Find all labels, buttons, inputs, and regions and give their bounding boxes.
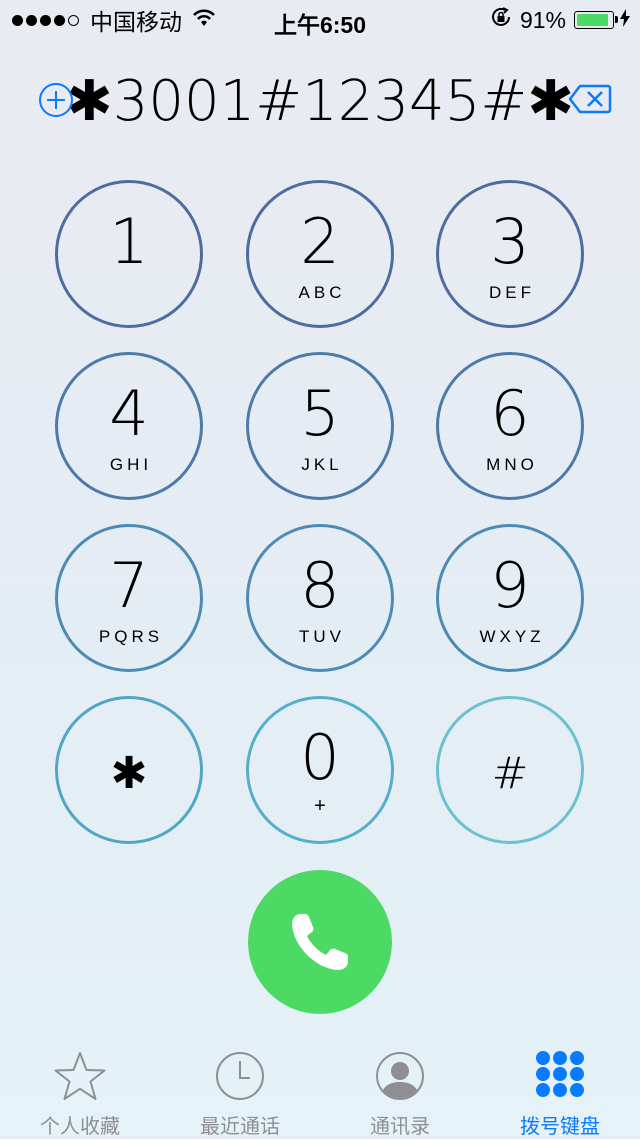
tab-keypad[interactable]: 拨号键盘 [480, 1040, 640, 1138]
delete-button[interactable] [568, 84, 612, 114]
key-letters: DEF [489, 283, 535, 302]
key-0[interactable]: 0 + [246, 696, 394, 844]
keypad-icon [534, 1050, 586, 1111]
key-5[interactable]: 5 JKL [246, 352, 394, 500]
add-contact-button[interactable] [38, 82, 74, 118]
key-9[interactable]: 9 WXYZ [436, 524, 584, 672]
key-4[interactable]: 4 GHI [55, 352, 203, 500]
contact-icon [374, 1050, 426, 1107]
key-digit: 1 [109, 205, 149, 278]
key-digit: 4 [109, 377, 149, 450]
tab-label: 通讯录 [370, 1116, 430, 1138]
key-6[interactable]: 6 MNO [436, 352, 584, 500]
key-8[interactable]: 8 TUV [246, 524, 394, 672]
call-button[interactable] [248, 870, 392, 1014]
key-letters: TUV [299, 627, 345, 646]
dial-row: ✱3001#12345#✱ [0, 70, 640, 134]
rotation-lock-icon [490, 6, 512, 35]
key-letters: WXYZ [479, 627, 545, 646]
tab-favorites[interactable]: 个人收藏 [0, 1040, 160, 1138]
dialed-number: ✱3001#12345#✱ [65, 69, 575, 134]
key-digit: # [491, 748, 529, 799]
tab-contacts[interactable]: 通讯录 [320, 1040, 480, 1138]
key-letters: JKL [301, 455, 343, 474]
key-digit: 0 [300, 721, 340, 794]
tab-label: 拨号键盘 [520, 1116, 600, 1138]
status-right: 91% [490, 6, 630, 34]
key-7[interactable]: 7 PQRS [55, 524, 203, 672]
key-digit: 8 [300, 549, 340, 622]
key-2[interactable]: 2 ABC [246, 180, 394, 328]
key-digit: 3 [490, 205, 530, 278]
battery-fill [577, 14, 608, 26]
key-star[interactable]: ✱ [55, 696, 203, 844]
battery-percent: 91% [519, 6, 566, 33]
key-digit: 5 [300, 377, 340, 450]
backspace-icon [568, 84, 612, 114]
charging-icon [620, 6, 630, 34]
plus-circle-icon [39, 83, 73, 117]
key-letters: MNO [486, 455, 538, 474]
battery-icon [574, 11, 618, 29]
tab-bar: 个人收藏 最近通话 通讯录 拨号键盘 [0, 1040, 640, 1138]
key-digit: 9 [490, 549, 530, 622]
phone-icon [292, 914, 348, 970]
tab-label: 最近通话 [200, 1116, 280, 1138]
key-digit: 2 [300, 205, 340, 278]
key-letters: + [314, 795, 326, 817]
tab-label: 个人收藏 [40, 1116, 120, 1138]
key-digit: ✱ [110, 748, 148, 799]
key-letters: ABC [298, 283, 346, 302]
battery-tip [615, 16, 618, 23]
status-bar: 中国移动 上午6:50 91% [0, 0, 640, 40]
key-letters: PQRS [98, 627, 164, 646]
key-1[interactable]: 1 [55, 180, 203, 328]
key-hash[interactable]: # [436, 696, 584, 844]
tab-recents[interactable]: 最近通话 [160, 1040, 320, 1138]
clock-icon [214, 1050, 266, 1107]
key-letters: GHI [109, 455, 153, 474]
key-3[interactable]: 3 DEF [436, 180, 584, 328]
key-digit: 7 [109, 549, 149, 622]
key-digit: 6 [490, 377, 530, 450]
star-icon [52, 1050, 108, 1109]
